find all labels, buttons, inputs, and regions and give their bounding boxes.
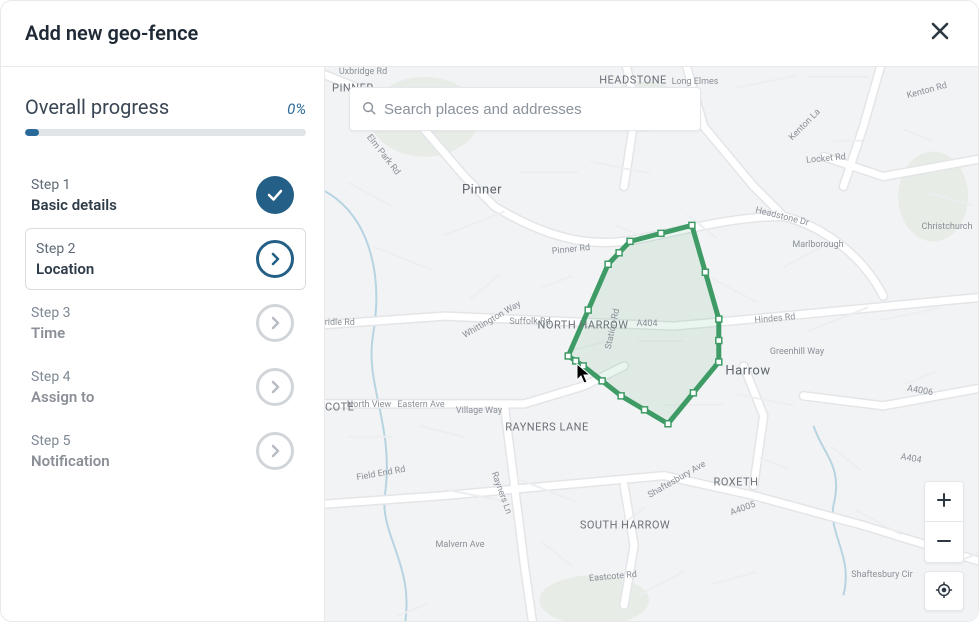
step-label: Step 4 — [31, 369, 94, 385]
map-pane[interactable]: HEADSTONEPINNERPinnerNORTH HARROWHarrowR… — [325, 67, 978, 622]
map-canvas[interactable] — [325, 67, 978, 622]
map-search-box[interactable] — [349, 87, 701, 131]
geofence-wizard-modal: Add new geo-fence Overall progress 0% St… — [0, 0, 979, 622]
crosshair-icon — [935, 581, 953, 602]
step-label: Step 2 — [36, 241, 94, 257]
progress-header: Overall progress 0% — [25, 95, 306, 119]
step-1[interactable]: Step 1 Basic details — [25, 164, 306, 226]
minus-icon — [935, 532, 953, 553]
search-input[interactable] — [384, 101, 688, 118]
step-3[interactable]: Step 3 Time — [25, 292, 306, 354]
step-label: Step 1 — [31, 177, 117, 193]
step-name: Assign to — [31, 388, 94, 406]
locate-button[interactable] — [924, 571, 964, 611]
step-5[interactable]: Step 5 Notification — [25, 420, 306, 482]
step-name: Location — [36, 260, 94, 278]
wizard-sidebar: Overall progress 0% Step 1Basic detailsS… — [1, 67, 325, 622]
modal-title: Add new geo-fence — [25, 21, 198, 45]
step-name: Time — [31, 324, 71, 342]
step-label: Step 5 — [31, 433, 110, 449]
step-label: Step 3 — [31, 305, 71, 321]
modal-header: Add new geo-fence — [1, 1, 978, 67]
step-4[interactable]: Step 4 Assign to — [25, 356, 306, 418]
chevron-right-icon — [256, 240, 294, 278]
search-icon — [362, 100, 376, 119]
zoom-out-button[interactable] — [925, 522, 963, 562]
check-icon — [256, 176, 294, 214]
close-icon — [930, 21, 950, 44]
close-button[interactable] — [926, 17, 954, 48]
plus-icon — [935, 491, 953, 512]
progress-title: Overall progress — [25, 95, 169, 119]
chevron-right-icon — [256, 368, 294, 406]
zoom-in-button[interactable] — [925, 482, 963, 522]
modal-body: Overall progress 0% Step 1Basic detailsS… — [1, 67, 978, 622]
zoom-controls — [924, 481, 964, 563]
progress-fill — [25, 129, 39, 136]
step-name: Notification — [31, 452, 110, 470]
step-name: Basic details — [31, 196, 117, 214]
step-2[interactable]: Step 2 Location — [25, 228, 306, 290]
progress-percent: 0% — [287, 100, 306, 118]
progress-bar — [25, 129, 306, 136]
step-list: Step 1 Basic details Step 2 Location Step 3 T… — [25, 164, 306, 482]
chevron-right-icon — [256, 304, 294, 342]
chevron-right-icon — [256, 432, 294, 470]
